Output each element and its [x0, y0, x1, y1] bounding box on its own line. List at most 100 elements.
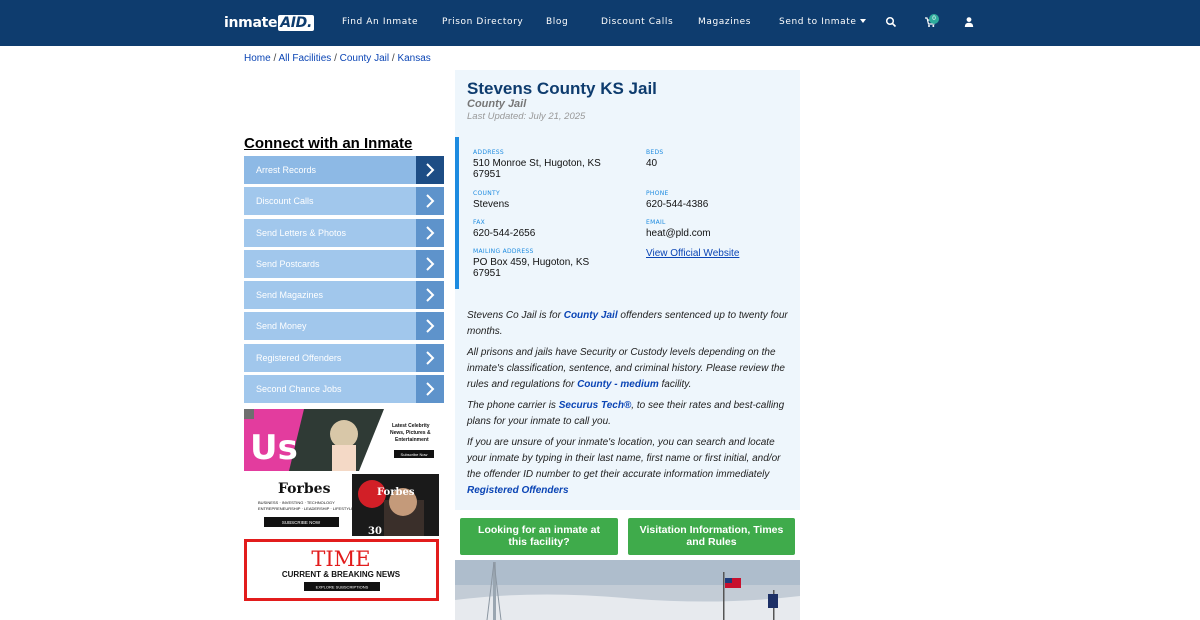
forbes-ad[interactable]: Forbes BUSINESS · INVESTING · TECHNOLOGY… [244, 474, 439, 536]
forbes-logo: Forbes [278, 481, 331, 497]
chevron-right-icon [416, 312, 444, 341]
facility-type: County Jail [467, 98, 527, 110]
nav-send-to-inmate-label: Send to Inmate [779, 17, 857, 27]
description-paragraph: If you are unsure of your inmate's locat… [467, 435, 792, 499]
chevron-right-icon [416, 187, 444, 216]
breadcrumb-home[interactable]: Home [244, 53, 271, 64]
forbes-tagline: ENTREPRENEURSHIP · LEADERSHIP · LIFESTYL… [258, 506, 354, 511]
forbes-cover-number: 30 [368, 526, 382, 536]
us-weekly-tagline: Latest Celebrity [392, 423, 430, 429]
fax-value: 620-544-2656 [473, 228, 536, 239]
address-label: ADDRESS [473, 149, 505, 156]
registered-offenders-link[interactable]: Registered Offenders [467, 485, 569, 496]
fax-field: FAX 620-544-2656 [473, 219, 535, 239]
time-explore-button: EXPLORE SUBSCRIPTIONS [316, 585, 369, 590]
menu-item-send-money[interactable]: Send Money [244, 312, 444, 341]
fax-label: FAX [473, 219, 486, 226]
description-paragraph: The phone carrier is Securus Tech®, to s… [467, 398, 792, 430]
nav-send-to-inmate[interactable]: Send to Inmate [779, 17, 866, 27]
breadcrumb-county-jail[interactable]: County Jail [340, 53, 389, 64]
menu-item-label: Send Letters & Photos [256, 227, 347, 238]
find-inmate-button[interactable]: Looking for an inmate at this facility? [460, 518, 618, 555]
time-ad[interactable]: TIME CURRENT & BREAKING NEWS EXPLORE SUB… [244, 539, 439, 601]
facility-title: Stevens County KS Jail [467, 79, 657, 98]
email-value: heat@pld.com [646, 228, 711, 239]
menu-item-label: Send Magazines [256, 290, 324, 301]
us-weekly-subscribe-button: Subscribe Now [401, 452, 428, 457]
user-icon[interactable] [963, 15, 977, 29]
visitation-info-button[interactable]: Visitation Information, Times and Rules [628, 518, 795, 555]
nav-find-inmate[interactable]: Find An Inmate [342, 17, 418, 27]
beds-label: BEDS [646, 149, 664, 156]
facility-photo [455, 560, 800, 620]
phone-value: 620-544-4386 [646, 199, 709, 210]
menu-item-discount-calls[interactable]: Discount Calls [244, 187, 444, 216]
email-field: EMAIL heat@pld.com [646, 219, 711, 239]
chevron-down-icon [859, 18, 866, 23]
forbes-cover-logo: Forbes [377, 487, 415, 498]
breadcrumb-separator: / [334, 53, 337, 64]
chevron-right-icon [416, 249, 444, 278]
time-tagline: CURRENT & BREAKING NEWS [282, 570, 401, 579]
county-value: Stevens [473, 199, 510, 210]
security-level-link[interactable]: County - medium [577, 379, 659, 390]
logo-aid-text: AID. [278, 15, 314, 31]
forbes-ad-graphic: Forbes BUSINESS · INVESTING · TECHNOLOGY… [244, 474, 439, 536]
menu-item-send-letters-photos[interactable]: Send Letters & Photos [244, 218, 444, 247]
mailing-address-line1: PO Box 459, Hugoton, KS [473, 257, 590, 268]
nav-blog[interactable]: Blog [546, 17, 568, 27]
cart-count-badge: 0 [929, 14, 939, 24]
menu-item-arrest-records[interactable]: Arrest Records [244, 156, 444, 184]
facility-photo-graphic [455, 560, 800, 620]
address-field: ADDRESS 510 Monroe St, Hugoton, KS 67951 [473, 149, 633, 180]
chevron-right-icon [416, 218, 444, 247]
county-jail-link[interactable]: County Jail [564, 310, 618, 321]
phone-field: PHONE 620-544-4386 [646, 190, 708, 210]
official-website-link[interactable]: View Official Website [646, 248, 739, 259]
nav-prison-directory[interactable]: Prison Directory [442, 17, 523, 27]
nav-discount-calls[interactable]: Discount Calls [601, 17, 673, 27]
breadcrumb-kansas[interactable]: Kansas [397, 53, 430, 64]
address-line2: 67951 [473, 169, 501, 180]
breadcrumb-separator: / [273, 53, 277, 64]
county-label: COUNTY [473, 190, 500, 197]
search-icon[interactable] [885, 15, 899, 29]
county-field: COUNTY Stevens [473, 190, 509, 210]
chevron-right-icon [416, 375, 444, 404]
time-ad-graphic: TIME CURRENT & BREAKING NEWS EXPLORE SUB… [247, 542, 436, 598]
menu-item-send-magazines[interactable]: Send Magazines [244, 281, 444, 310]
menu-item-second-chance-jobs[interactable]: Second Chance Jobs [244, 375, 444, 404]
connect-menu: Arrest Records Discount Calls Send Lette… [244, 156, 444, 406]
beds-value: 40 [646, 158, 658, 169]
description-paragraph: All prisons and jails have Security or C… [467, 345, 792, 393]
menu-item-label: Send Postcards [256, 258, 320, 269]
menu-item-send-postcards[interactable]: Send Postcards [244, 249, 444, 278]
chevron-right-icon [416, 281, 444, 310]
us-weekly-tagline: News, Pictures & [390, 430, 431, 436]
menu-item-label: Arrest Records [256, 165, 317, 175]
mailing-address-field: MAILING ADDRESS PO Box 459, Hugoton, KS … [473, 248, 633, 279]
description-text: facility. [658, 379, 692, 390]
chevron-right-icon [416, 156, 444, 184]
address-line1: 510 Monroe St, Hugoton, KS [473, 158, 601, 169]
description-paragraph: Stevens Co Jail is for County Jail offen… [467, 308, 792, 340]
us-weekly-ad-graphic: Us Latest Celebrity News, Pictures & Ent… [244, 409, 439, 471]
logo-text: inmate [224, 15, 278, 31]
phone-carrier-link[interactable]: Securus Tech® [559, 400, 632, 411]
site-logo[interactable]: inmate AID. [224, 14, 314, 32]
nav-magazines[interactable]: Magazines [698, 17, 751, 27]
description-text: Stevens Co Jail is for [467, 310, 564, 321]
menu-item-label: Registered Offenders [256, 352, 342, 363]
time-logo: TIME [311, 547, 370, 571]
description-text: The phone carrier is [467, 400, 559, 411]
menu-item-label: Discount Calls [256, 196, 314, 207]
top-navbar: inmate AID. Find An Inmate Prison Directo… [0, 0, 1200, 46]
menu-item-label: Second Chance Jobs [256, 384, 342, 395]
us-weekly-logo: Us [250, 428, 298, 468]
us-weekly-ad[interactable]: Us Latest Celebrity News, Pictures & Ent… [244, 409, 439, 471]
last-updated: Last Updated: July 21, 2025 [467, 111, 586, 122]
connect-section-title: Connect with an Inmate [244, 135, 413, 152]
menu-item-registered-offenders[interactable]: Registered Offenders [244, 343, 444, 372]
breadcrumb-all-facilities[interactable]: All Facilities [278, 53, 331, 64]
email-label: EMAIL [646, 219, 666, 226]
